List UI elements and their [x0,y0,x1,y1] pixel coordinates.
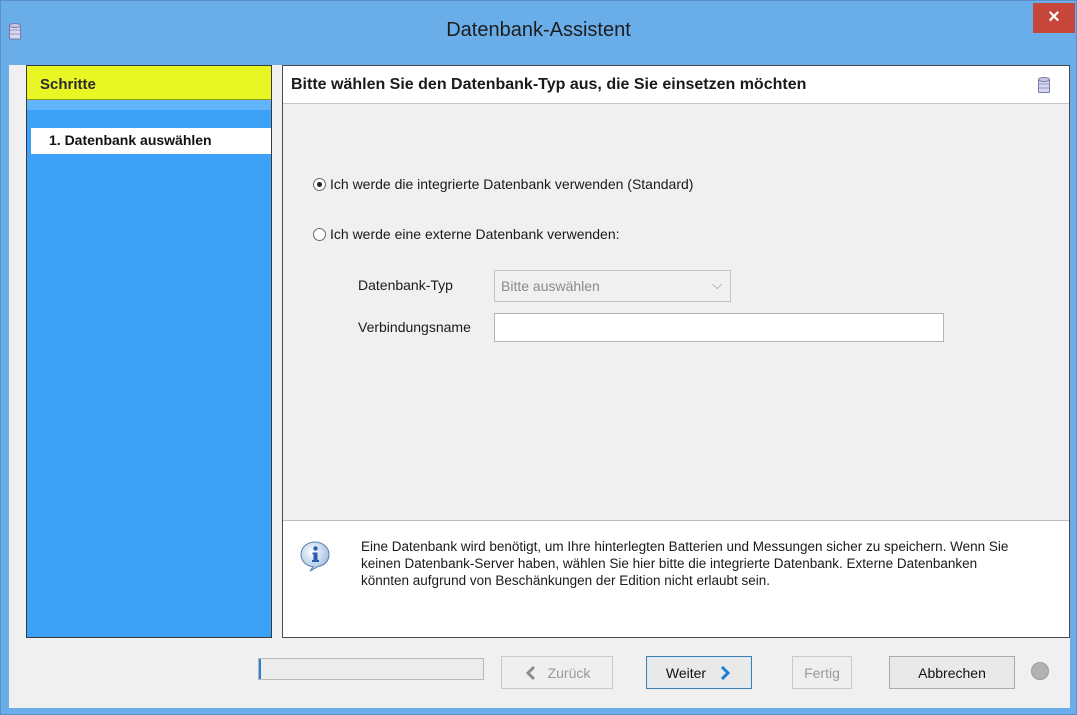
radio-label-integrated: Ich werde die integrierte Datenbank verw… [330,176,694,192]
connection-name-input[interactable] [494,313,944,342]
info-box: Eine Datenbank wird benötigt, um Ihre hi… [283,520,1069,637]
finish-button-label: Fertig [804,664,840,681]
help-icon[interactable] [1031,662,1049,680]
page-title: Bitte wählen Sie den Datenbank-Typ aus, … [291,76,807,93]
radio-button-unchecked[interactable] [313,227,326,241]
progress-bar-fill [259,659,261,679]
next-button[interactable]: Weiter [646,656,752,689]
step-item-datenbank-auswaehlen[interactable]: 1. Datenbank auswählen [31,128,271,154]
db-type-select[interactable]: Bitte auswählen ⌵ [494,270,731,302]
next-button-label: Weiter [665,664,707,681]
db-type-selected-value: Bitte auswählen [501,278,600,294]
main-header: Bitte wählen Sie den Datenbank-Typ aus, … [283,66,1069,104]
chevron-left-icon [525,665,535,680]
connection-name-label: Verbindungsname [358,319,471,335]
title-bar[interactable]: Datenbank-Assistent × [1,1,1076,65]
close-button[interactable]: × [1033,3,1075,33]
finish-button[interactable]: Fertig [792,656,852,689]
steps-divider [27,100,271,110]
db-type-label: Datenbank-Typ [358,277,453,293]
radio-option-external[interactable]: Ich werde eine externe Datenbank verwend… [313,226,620,242]
radio-option-integrated[interactable]: Ich werde die integrierte Datenbank verw… [313,176,693,192]
radio-button-checked[interactable] [313,177,326,191]
close-icon: × [1048,6,1060,28]
chevron-down-icon: ⌵ [712,277,722,292]
info-text: Eine Datenbank wird benötigt, um Ihre hi… [361,539,1009,588]
progress-bar [258,658,484,680]
window-title: Datenbank-Assistent [446,19,631,41]
radio-label-external: Ich werde eine externe Datenbank verwend… [330,226,620,242]
back-button[interactable]: Zurück [501,656,613,689]
main-panel: Bitte wählen Sie den Datenbank-Typ aus, … [282,65,1070,638]
back-button-label: Zurück [547,664,591,681]
cancel-button[interactable]: Abbrechen [889,656,1015,689]
chevron-right-icon [721,665,731,680]
info-icon [300,541,330,572]
database-icon [1038,77,1050,93]
steps-panel: Schritte 1. Datenbank auswählen [26,65,272,638]
wizard-window: Datenbank-Assistent × Schritte 1. Datenb… [0,0,1077,715]
cancel-button-label: Abbrechen [918,664,986,681]
steps-header: Schritte [27,66,271,100]
wizard-body: Schritte 1. Datenbank auswählen Bitte wä… [9,65,1070,708]
